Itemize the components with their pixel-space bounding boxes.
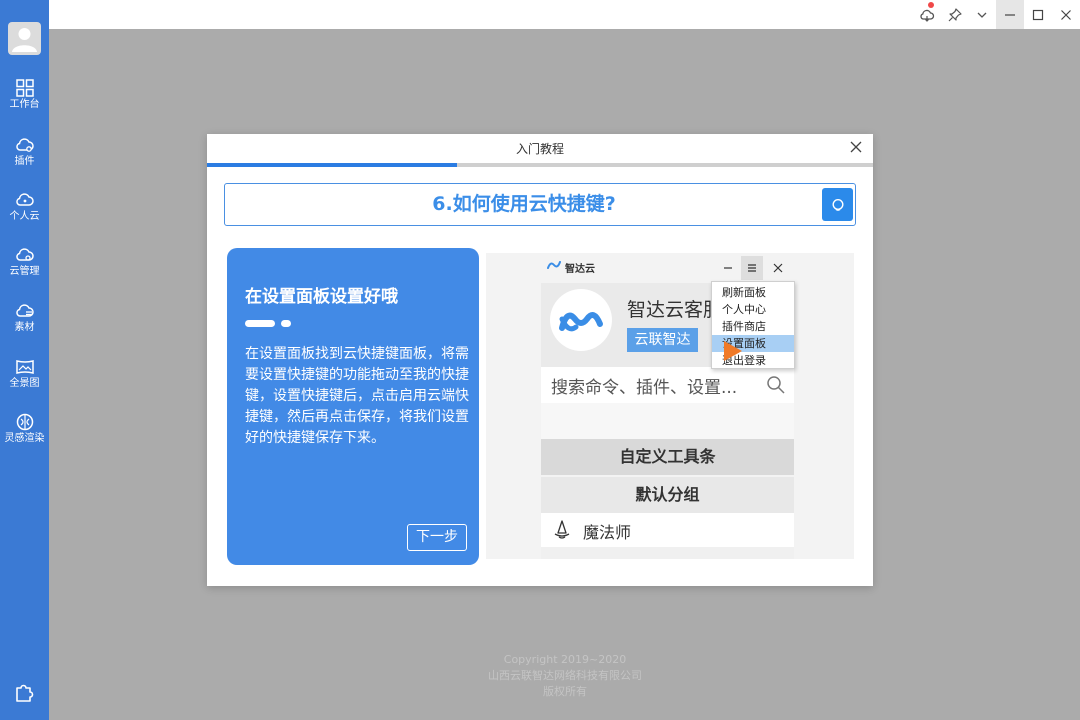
grid-icon — [15, 79, 34, 97]
question-bar: 6.如何使用云快捷键? — [224, 183, 856, 226]
panorama-icon — [15, 360, 34, 374]
preview-brand-logo — [550, 289, 612, 351]
sidebar-item-label: 云管理 — [9, 266, 40, 277]
tutorial-progress-bar — [207, 163, 873, 167]
question-search-button[interactable] — [822, 188, 853, 221]
sidebar-item-label: 个人云 — [9, 211, 40, 222]
footer-copyright: Copyright 2019~2020 — [503, 653, 627, 666]
wizard-hat-icon — [554, 520, 570, 539]
pin-icon — [948, 7, 962, 21]
sidebar-item-label: 工作台 — [9, 99, 40, 110]
sidebar: 工作台 插件 个人云 云管理 素材 全景图 灵感渲染 — [0, 0, 49, 720]
preview-list-item: 魔法师 — [541, 513, 794, 547]
cloud-plugin-icon — [15, 138, 34, 152]
user-avatar[interactable] — [8, 22, 41, 55]
footer-rights: 版权所有 — [543, 685, 587, 698]
pin-button[interactable] — [941, 0, 969, 29]
pointer-cursor-icon — [724, 341, 742, 361]
preview-section-custom-toolbar: 自定义工具条 — [541, 439, 794, 475]
cloud-user-icon — [15, 193, 34, 206]
preview-brand-tag: 云联智达 — [627, 328, 698, 352]
notification-dot — [928, 2, 934, 8]
user-icon — [12, 28, 37, 52]
sidebar-item-label: 全景图 — [9, 378, 40, 389]
preview-list-item-label: 魔法师 — [583, 523, 632, 542]
sidebar-item-plugins[interactable]: 插件 — [0, 135, 49, 185]
tutorial-progress-fill — [207, 163, 457, 167]
maximize-button[interactable] — [1024, 0, 1052, 29]
question-title: 6.如何使用云快捷键? — [432, 193, 616, 215]
puzzle-icon — [15, 684, 33, 702]
preview-app-name: 智达云 — [565, 264, 595, 275]
tutorial-preview-image: 智达云 智达云客服 云联智达 搜索命令、插件、设置... 自定义工具条 默认分组… — [486, 253, 854, 559]
preview-close-icon — [767, 256, 789, 280]
tutorial-dialog: 入门教程 6.如何使用云快捷键? 在设置面板设置好哦 在设置面板找到云快捷键面板… — [207, 134, 873, 586]
sidebar-item-personal-cloud[interactable]: 个人云 — [0, 190, 49, 240]
maximize-icon — [1032, 9, 1044, 20]
preview-bottom-strip — [541, 547, 794, 559]
step-dot-active — [245, 320, 275, 327]
dialog-title: 入门教程 — [515, 142, 564, 156]
sidebar-item-workbench[interactable]: 工作台 — [0, 78, 49, 128]
close-icon — [1061, 9, 1071, 20]
cloud-sync-icon — [920, 9, 935, 22]
sidebar-item-label: 插件 — [14, 156, 35, 167]
minimize-icon — [1005, 13, 1015, 16]
tutorial-step-card: 在设置面板设置好哦 在设置面板找到云快捷键面板，将需要设置快捷键的功能拖动至我的… — [227, 248, 479, 565]
window-close-button[interactable] — [1052, 0, 1080, 29]
next-step-button[interactable]: 下一步 — [407, 524, 467, 551]
chevron-down-icon — [977, 12, 987, 18]
sidebar-item-label: 灵感渲染 — [4, 433, 45, 444]
window-titlebar — [49, 0, 1080, 29]
sidebar-item-materials[interactable]: 素材 — [0, 301, 49, 351]
preview-section-default-group: 默认分组 — [541, 477, 794, 513]
sidebar-item-panorama[interactable]: 全景图 — [0, 357, 49, 407]
sidebar-item-inspiration-render[interactable]: 灵感渲染 — [0, 412, 49, 462]
dropdown-button[interactable] — [968, 0, 996, 29]
cloud-list-icon — [15, 304, 34, 317]
footer-company: 山西云联智达网络科技有限公司 — [488, 669, 642, 682]
minimize-button[interactable] — [996, 0, 1024, 29]
preview-search-bar: 搜索命令、插件、设置... — [541, 367, 794, 403]
preview-menu-item: 个人中心 — [722, 303, 766, 316]
step-title: 在设置面板设置好哦 — [245, 287, 398, 307]
preview-menu-item: 刷新面板 — [722, 286, 766, 299]
preview-menu-item: 插件商店 — [722, 320, 766, 333]
dialog-close-button[interactable] — [847, 138, 865, 156]
preview-blank-row — [541, 403, 794, 439]
search-icon — [767, 376, 785, 394]
sidebar-item-label: 素材 — [14, 322, 35, 333]
step-description: 在设置面板找到云快捷键面板，将需要设置快捷键的功能拖动至我的快捷键，设置快捷键后… — [245, 346, 469, 446]
preview-minimize-icon — [717, 256, 739, 280]
preview-search-placeholder: 搜索命令、插件、设置... — [551, 378, 738, 398]
cloud-sync-button[interactable] — [913, 0, 941, 29]
cloud-settings-icon — [15, 248, 34, 261]
preview-menu-icon — [741, 256, 763, 280]
zhida-logo-icon — [547, 261, 561, 269]
sidebar-plugin-store[interactable] — [0, 680, 49, 706]
step-dot — [281, 320, 291, 327]
sidebar-item-cloud-management[interactable]: 云管理 — [0, 245, 49, 295]
preview-brand-name: 智达云客服 — [627, 299, 723, 321]
close-icon — [850, 141, 862, 153]
brain-icon — [16, 413, 33, 431]
search-icon — [831, 198, 844, 211]
preview-titlebar: 智达云 — [541, 253, 794, 283]
zhida-logo-icon — [559, 312, 603, 332]
